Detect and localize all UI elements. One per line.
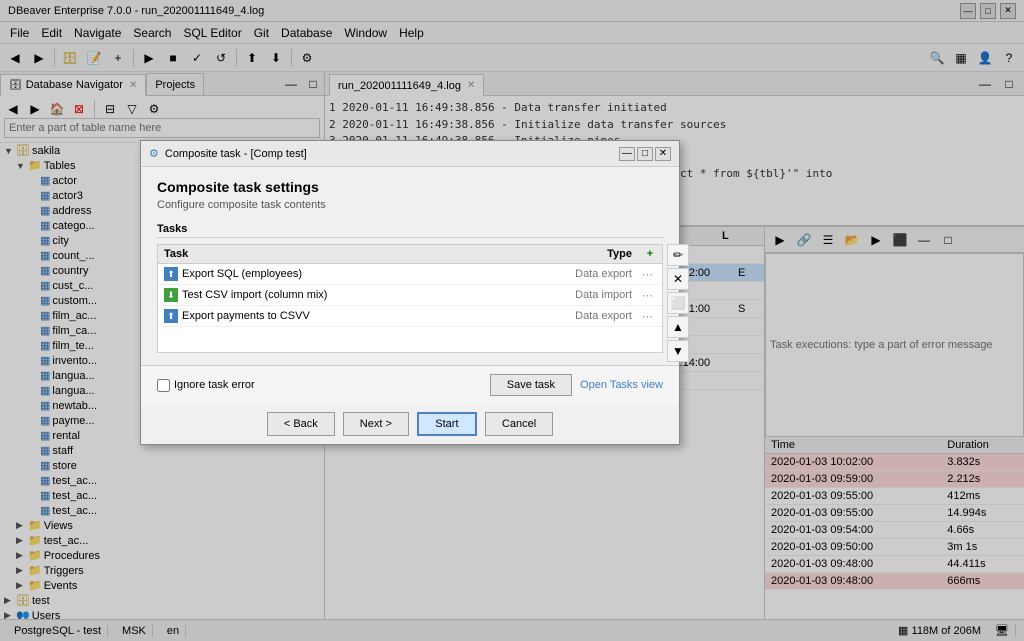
modal-footer: < Back Next > Start Cancel	[141, 404, 679, 444]
modal-title-text: Composite task - [Comp test]	[165, 148, 617, 160]
modal-subheading: Configure composite task contents	[157, 199, 663, 211]
modal-task-dots-1[interactable]: ⋯	[638, 265, 662, 284]
modal-start-btn[interactable]: Start	[417, 412, 477, 436]
modal-tasks-label: Tasks	[157, 223, 663, 238]
modal-task-row-1[interactable]: ⬆ Export SQL (employees) Data export ⋯	[158, 264, 662, 285]
task-name-1: Export SQL (employees)	[182, 268, 302, 280]
modal-content: Composite task settings Configure compos…	[141, 167, 679, 365]
modal-task-dots-3[interactable]: ⋯	[638, 307, 662, 326]
side-btn-up[interactable]: ▲	[667, 316, 689, 338]
modal-tasks-header: Task Type +	[157, 244, 663, 263]
modal-task-label-1: ⬆ Export SQL (employees)	[158, 264, 538, 284]
modal-task-dots-2[interactable]: ⋯	[638, 286, 662, 305]
modal-side-btns: ✏ ✕ ⬜ ▲ ▼	[667, 244, 689, 362]
task-icon-1: ⬆	[164, 267, 178, 281]
task-name-3: Export payments to CSVV	[182, 310, 310, 322]
modal-heading: Composite task settings	[157, 179, 663, 195]
modal-composite-task: ⚙ Composite task - [Comp test] — □ ✕ Com…	[140, 140, 680, 445]
modal-task-row-3[interactable]: ⬆ Export payments to CSVV Data export ⋯	[158, 306, 662, 327]
modal-bottom: Ignore task error Save task Open Tasks v…	[141, 365, 679, 404]
modal-add-task-btn[interactable]: +	[638, 245, 662, 263]
side-btn-edit[interactable]: ✏	[667, 244, 689, 266]
modal-ignore-error-label: Ignore task error	[157, 379, 482, 392]
modal-task-label-3: ⬆ Export payments to CSVV	[158, 306, 538, 326]
modal-cancel-btn[interactable]: Cancel	[485, 412, 553, 436]
modal-save-btn[interactable]: Save task	[490, 374, 572, 396]
side-btn-clone[interactable]: ⬜	[667, 292, 689, 314]
modal-ignore-error-checkbox[interactable]	[157, 379, 170, 392]
modal-task-type-2: Data import	[538, 286, 638, 304]
modal-open-tasks-link[interactable]: Open Tasks view	[580, 379, 663, 391]
modal-title-bar: ⚙ Composite task - [Comp test] — □ ✕	[141, 141, 679, 167]
task-name-2: Test CSV import (column mix)	[182, 289, 327, 301]
task-icon-3: ⬆	[164, 309, 178, 323]
modal-overlay: ⚙ Composite task - [Comp test] — □ ✕ Com…	[0, 0, 1024, 641]
modal-task-type-1: Data export	[538, 265, 638, 283]
task-icon-2: ⬇	[164, 288, 178, 302]
modal-title-icon: ⚙	[149, 147, 159, 160]
modal-ignore-error-text: Ignore task error	[174, 379, 255, 391]
modal-tasks-list: ⬆ Export SQL (employees) Data export ⋯ ⬇…	[157, 263, 663, 353]
modal-max-btn[interactable]: □	[637, 147, 653, 161]
modal-back-btn[interactable]: < Back	[267, 412, 335, 436]
modal-task-label-2: ⬇ Test CSV import (column mix)	[158, 285, 538, 305]
modal-task-row-2[interactable]: ⬇ Test CSV import (column mix) Data impo…	[158, 285, 662, 306]
modal-task-type-3: Data export	[538, 307, 638, 325]
modal-tasks-area: Task Type + ⬆ Export SQL (employees) Dat…	[157, 244, 663, 353]
modal-min-btn[interactable]: —	[619, 147, 635, 161]
modal-col-task: Task	[158, 245, 538, 263]
modal-next-btn[interactable]: Next >	[343, 412, 409, 436]
side-btn-delete[interactable]: ✕	[667, 268, 689, 290]
modal-close-btn[interactable]: ✕	[655, 147, 671, 161]
side-btn-down[interactable]: ▼	[667, 340, 689, 362]
modal-col-type: Type	[538, 245, 638, 263]
